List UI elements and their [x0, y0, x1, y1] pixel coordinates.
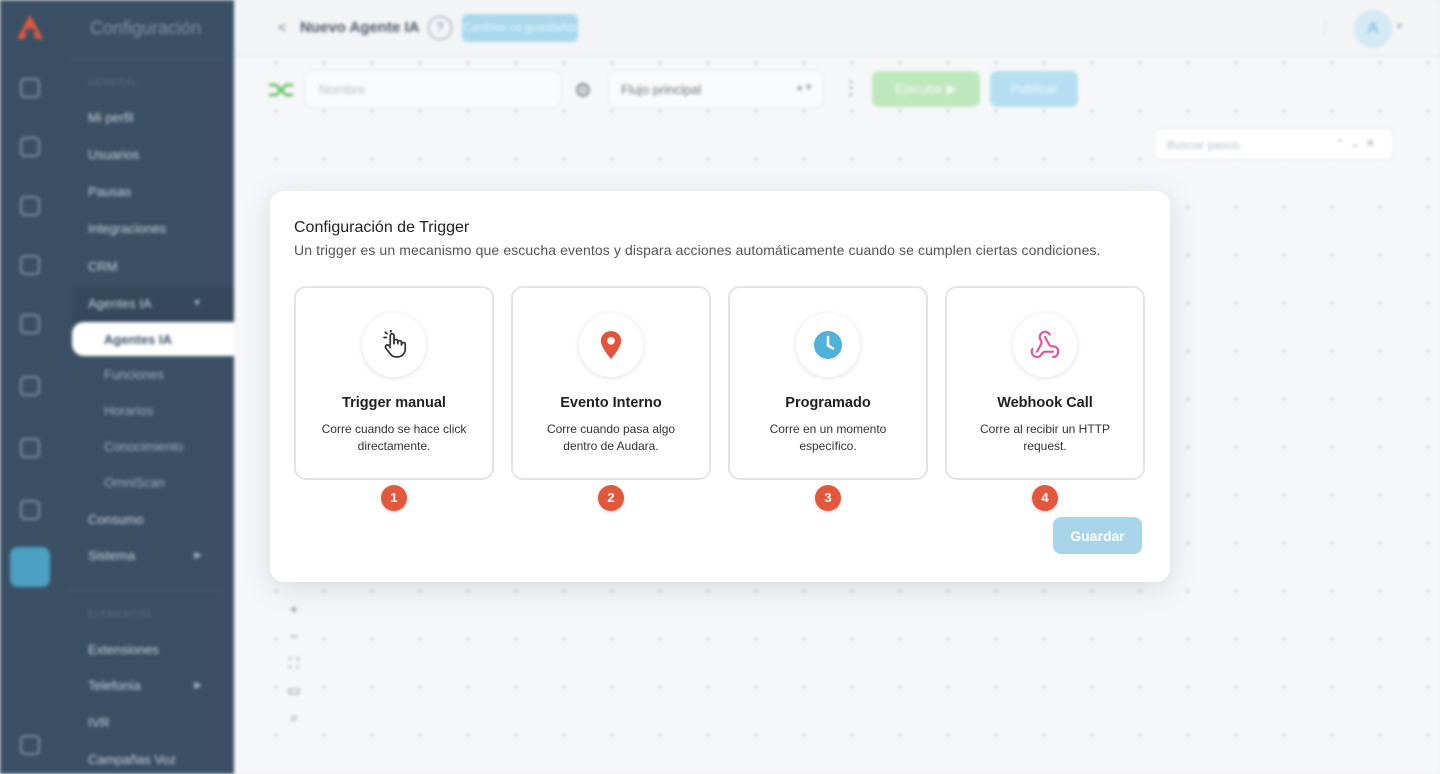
contacts-icon[interactable] [20, 255, 40, 275]
menu-item-integraciones[interactable]: Integraciones [88, 221, 166, 236]
fit-view-icon[interactable]: ⛶ [280, 650, 308, 677]
kebab-menu-icon[interactable]: ⋮ [842, 78, 860, 99]
card-icon-circle [1013, 313, 1077, 377]
card-icon-circle [796, 313, 860, 377]
menu-item-pausas[interactable]: Pausas [88, 184, 131, 199]
back-arrow-icon[interactable]: < [278, 19, 286, 35]
settings-menu: Configuración GENERAL Mi perfil Usuarios… [60, 0, 234, 774]
step-badge-1: 1 [381, 485, 407, 511]
menu-item-ivr[interactable]: IVR [88, 715, 110, 730]
home-icon[interactable] [20, 78, 40, 98]
publish-button[interactable]: Publicar [990, 71, 1078, 107]
section-general: GENERAL [88, 77, 139, 87]
card-description: Corre cuando se hace click directamente. [321, 422, 467, 453]
card-description: Corre al recibir un HTTP request. [979, 422, 1111, 453]
menu-item-extensiones[interactable]: Extensiones [88, 642, 159, 657]
select-arrows-icon: ▲▼ [795, 82, 813, 92]
headset-icon[interactable] [20, 137, 40, 157]
flag-icon[interactable] [20, 314, 40, 334]
menu-item-crm[interactable]: CRM [88, 259, 118, 274]
chevron-right-icon: ▶ [194, 550, 202, 561]
minimap-icon[interactable]: ▭ [280, 677, 308, 704]
trigger-card-webhook[interactable]: Webhook Call Corre al recibir un HTTP re… [945, 286, 1145, 480]
submenu-item-omniscan[interactable]: OmniScan [104, 475, 165, 490]
menu-title: Configuración [90, 18, 202, 38]
trigger-config-modal: Configuración de Trigger Un trigger es u… [270, 191, 1170, 582]
monitor-icon[interactable] [20, 196, 40, 216]
chevron-down-icon: ▼ [192, 298, 202, 309]
flow-icon [269, 83, 293, 97]
pointer-hand-icon [383, 330, 407, 358]
unsaved-badge: Cambios no guardados [462, 14, 578, 42]
divider-dot: ⋮ [1318, 18, 1332, 34]
chevron-down-icon[interactable]: ▼ [1395, 21, 1404, 31]
map-pin-icon [600, 331, 622, 359]
agent-name-input[interactable]: Nombre [304, 70, 562, 108]
step-badge-4: 4 [1032, 485, 1058, 511]
webhook-icon [1030, 330, 1060, 359]
zoom-controls: + − ⛶ ▭ ⌕ [280, 596, 308, 730]
menu-item-usuarios[interactable]: Usuarios [88, 147, 139, 162]
search-controls-icon[interactable]: ⌃⌄✕ [1335, 137, 1381, 150]
submenu-item-horarios[interactable]: Horarios [104, 403, 153, 418]
step-badge-3: 3 [815, 485, 841, 511]
save-button[interactable]: Guardar [1053, 517, 1142, 554]
card-title: Webhook Call [997, 395, 1093, 411]
modal-description: Un trigger es un mecanismo que escucha e… [294, 242, 1101, 258]
menu-item-sistema[interactable]: Sistema [88, 548, 135, 563]
settings-nav-icon[interactable] [10, 547, 50, 587]
menu-item-agentes-ia[interactable]: Agentes IA [88, 296, 152, 311]
icon-rail [0, 0, 60, 774]
trigger-card-programado[interactable]: Programado Corre en un momento específic… [728, 286, 928, 480]
page-title: Nuevo Agente IA [300, 19, 420, 36]
menu-item-campanas-voz[interactable]: Campañas Voz [88, 752, 176, 767]
submenu-label: Agentes IA [104, 332, 172, 347]
section-elementos: ELEMENTOS [88, 609, 153, 619]
help-icon[interactable]: ? [428, 16, 452, 40]
card-description: Corre cuando pasa algo dentro de Audara. [546, 422, 676, 453]
card-title: Evento Interno [560, 395, 662, 411]
bar-chart-icon[interactable] [20, 500, 40, 520]
card-icon-circle [579, 313, 643, 377]
divider [70, 58, 224, 59]
support-icon[interactable] [20, 735, 40, 755]
zoom-search-icon[interactable]: ⌕ [280, 704, 308, 731]
calendar-icon[interactable] [20, 438, 40, 458]
audara-logo-icon [17, 15, 43, 39]
divider [70, 590, 224, 591]
avatar[interactable]: A [1354, 10, 1392, 48]
chevron-right-icon: ▶ [194, 680, 202, 691]
card-icon-circle [362, 313, 426, 377]
zoom-in-icon[interactable]: + [280, 596, 308, 623]
menu-item-consumo[interactable]: Consumo [88, 512, 144, 527]
run-button[interactable]: Ejecutar ▶ [872, 71, 980, 107]
megaphone-icon[interactable] [20, 376, 40, 396]
zoom-out-icon[interactable]: − [280, 623, 308, 650]
trigger-card-evento-interno[interactable]: Evento Interno Corre cuando pasa algo de… [511, 286, 711, 480]
top-bar: < Nuevo Agente IA ? Cambios no guardados… [234, 0, 1440, 56]
gear-icon[interactable]: ⚙ [574, 78, 592, 103]
search-steps-input[interactable]: Buscar pasos ⌃⌄✕ [1154, 128, 1394, 160]
menu-item-telefonia[interactable]: Telefonía [88, 678, 141, 693]
trigger-card-manual[interactable]: Trigger manual Corre cuando se hace clic… [294, 286, 494, 480]
modal-title: Configuración de Trigger [294, 219, 470, 236]
menu-item-mi-perfil[interactable]: Mi perfil [88, 110, 134, 125]
flow-select[interactable]: Flujo principal ▲▼ [608, 70, 824, 108]
submenu-item-funciones[interactable]: Funciones [104, 367, 164, 382]
step-badge-2: 2 [598, 485, 624, 511]
card-description: Corre en un momento específico. [769, 422, 887, 453]
card-title: Trigger manual [342, 395, 446, 411]
submenu-item-conocimiento[interactable]: Conocimiento [104, 439, 184, 454]
flow-select-value: Flujo principal [621, 82, 702, 97]
card-title: Programado [785, 395, 871, 411]
clock-icon [814, 331, 842, 359]
submenu-item-agentes-ia[interactable]: Agentes IA [72, 322, 234, 356]
search-placeholder: Buscar pasos [1167, 138, 1240, 152]
